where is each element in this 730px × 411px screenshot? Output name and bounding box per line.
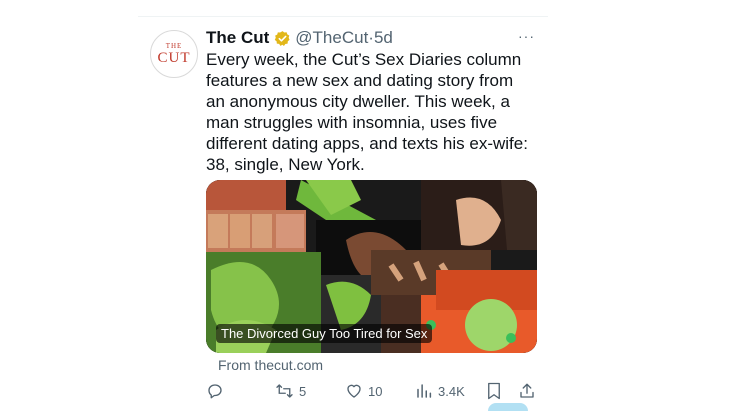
avatar[interactable]: THE CUT — [150, 30, 198, 78]
more-dots-icon[interactable]: ··· — [518, 28, 535, 44]
link-source[interactable]: From thecut.com — [218, 357, 323, 373]
retweet-count: 5 — [299, 383, 307, 399]
views-count: 3.4K — [438, 383, 465, 399]
tweet-text: Every week, the Cut’s Sex Diaries column… — [206, 50, 528, 174]
tweet-divider — [138, 16, 548, 17]
avatar-logo-small: THE — [165, 42, 183, 50]
bookmark-icon — [488, 382, 500, 400]
reply-icon — [208, 384, 222, 399]
link-card-image[interactable]: The Divorced Guy Too Tired for Sex — [206, 180, 537, 353]
tweet-action-bar: 5 10 3.4K — [0, 380, 730, 402]
heart-icon — [347, 384, 361, 398]
share-icon — [520, 383, 534, 398]
bookmark-button[interactable] — [486, 380, 502, 402]
share-button[interactable] — [518, 380, 536, 402]
views-chart-icon — [417, 384, 432, 398]
reply-button[interactable] — [206, 380, 229, 402]
avatar-logo-big: CUT — [157, 50, 191, 66]
retweet-icon — [276, 384, 293, 398]
media-caption: The Divorced Guy Too Tired for Sex — [216, 324, 433, 343]
previous-tweet-actions — [210, 0, 540, 4]
tweet-timestamp[interactable]: 5d — [374, 28, 393, 48]
author-handle[interactable]: @TheCut — [295, 28, 368, 48]
tweet-header: The Cut @TheCut · 5d — [206, 27, 393, 49]
author-name[interactable]: The Cut — [206, 28, 269, 48]
floating-compose-button[interactable] — [488, 403, 528, 411]
retweet-button[interactable]: 5 — [275, 380, 306, 402]
views-button[interactable]: 3.4K — [415, 380, 465, 402]
gold-verified-badge-icon — [275, 30, 290, 46]
like-count: 10 — [368, 383, 383, 399]
like-button[interactable]: 10 — [345, 380, 382, 402]
